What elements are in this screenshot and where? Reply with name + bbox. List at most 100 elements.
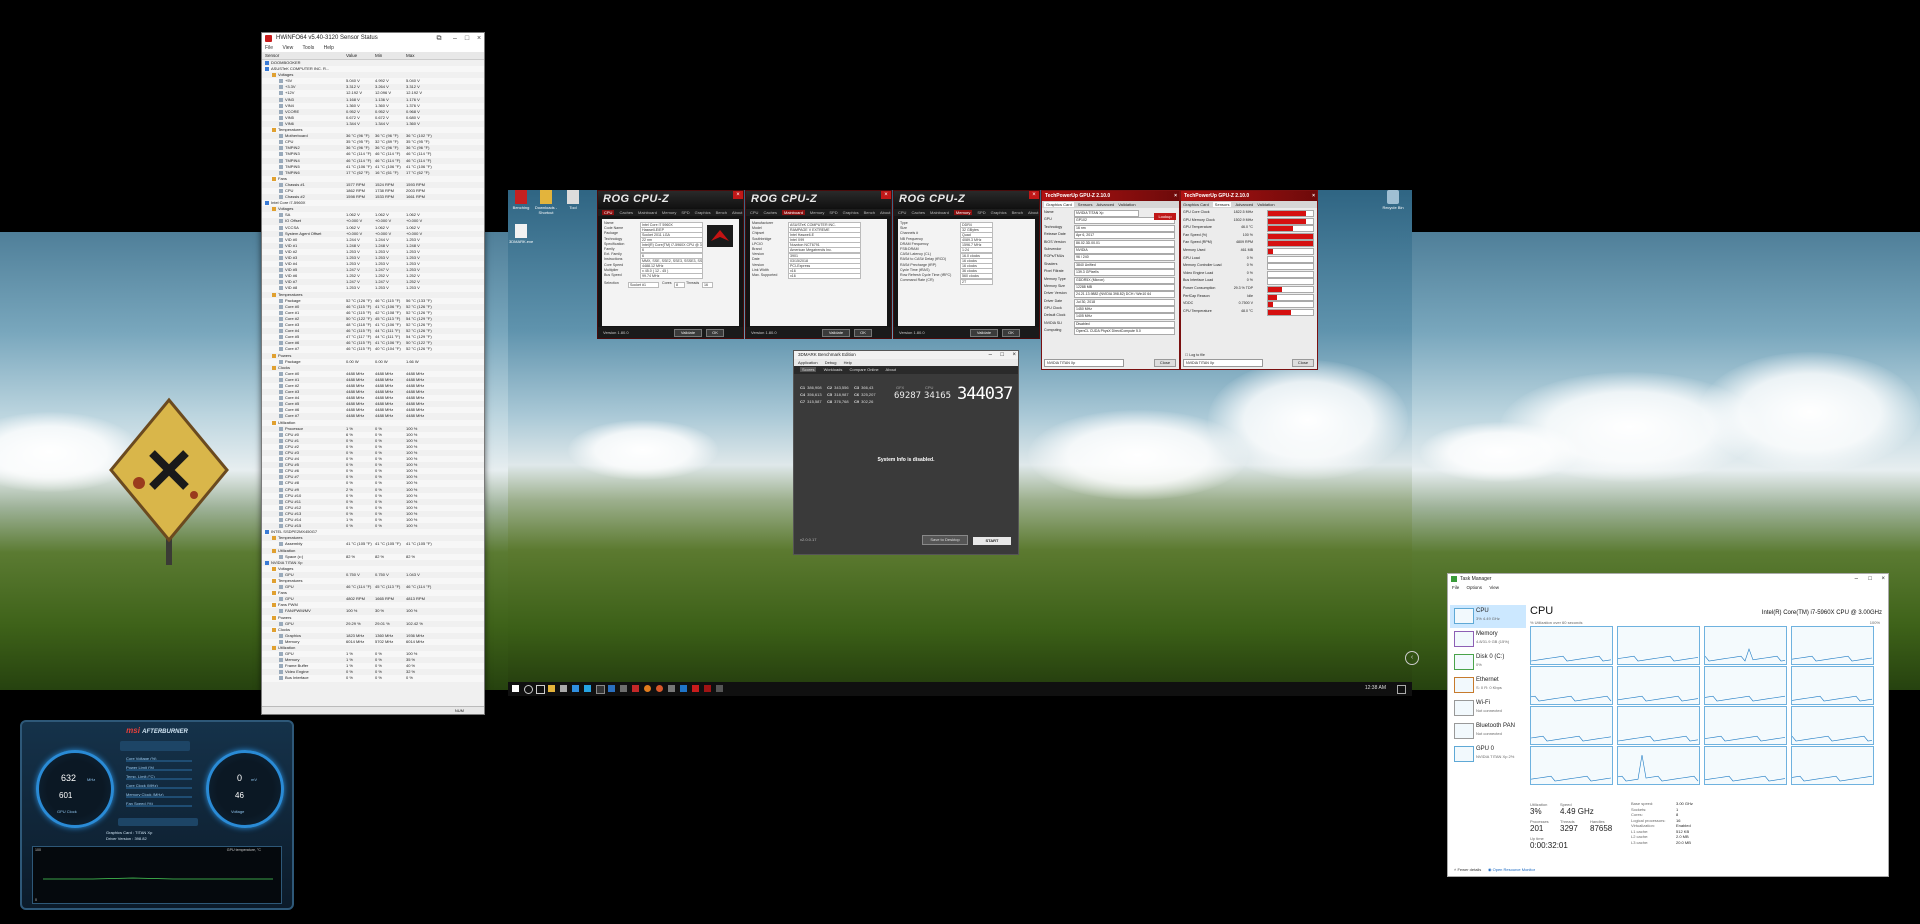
fewer-details-button[interactable]: ˄ Fewer details <box>1454 867 1481 872</box>
slider-track[interactable] <box>126 805 192 807</box>
close-icon[interactable]: × <box>1029 191 1039 199</box>
slider-track[interactable] <box>126 760 192 762</box>
tab-caches[interactable]: Caches <box>911 210 925 215</box>
tab-advanced[interactable]: Advanced <box>1235 202 1253 207</box>
menu-view[interactable]: View <box>1489 585 1499 590</box>
tab-sensors[interactable]: Sensors <box>1212 202 1232 207</box>
tab-graphics[interactable]: Graphics <box>695 210 711 215</box>
recycle-bin-icon[interactable]: Recycle Bin <box>1381 190 1405 210</box>
close-icon[interactable]: × <box>1012 351 1016 359</box>
sidebar-item-bluetooth-pan[interactable]: Bluetooth PAN Not connected <box>1450 720 1526 743</box>
menu-help[interactable]: Help <box>844 360 852 365</box>
sidebar-item-ethernet[interactable]: Ethernet S: 0 R: 0 Kbps <box>1450 674 1526 697</box>
close-icon[interactable]: × <box>733 191 743 199</box>
menu-file[interactable]: File <box>265 45 273 51</box>
store-icon[interactable] <box>560 685 567 692</box>
menu-tools[interactable]: Tools <box>303 45 315 51</box>
col-value[interactable]: Value <box>346 52 357 59</box>
save-to-desktop-button[interactable]: Save to Desktop <box>922 535 968 545</box>
app-icon-1[interactable] <box>596 685 605 694</box>
gpuz-tabs[interactable]: Graphics Card Sensors Advanced Validation <box>1181 201 1317 208</box>
afterburner-action-bar[interactable] <box>118 818 198 826</box>
tab-about[interactable]: About <box>880 210 890 215</box>
slider-track[interactable] <box>126 796 192 798</box>
chevron-left-icon[interactable]: ‹ <box>1405 651 1419 665</box>
tab-advanced[interactable]: Advanced <box>1096 202 1114 207</box>
tab-mainboard[interactable]: Mainboard <box>930 210 949 215</box>
tab-scores[interactable]: Scores <box>800 367 817 372</box>
menu-file[interactable]: File <box>1452 585 1459 590</box>
app-icon-5[interactable] <box>644 685 651 692</box>
gpuz-close-button[interactable]: Close <box>1292 359 1314 367</box>
close-icon[interactable]: × <box>1881 574 1885 584</box>
maximize-icon[interactable]: □ <box>1000 351 1004 359</box>
afterburner-slider[interactable]: Core Voltage (%) <box>114 754 204 763</box>
afterburner-toolbar[interactable] <box>120 741 190 751</box>
start-icon[interactable] <box>512 685 519 692</box>
desktop-icon-3dmark[interactable]: 3DMARK.exe <box>509 224 533 244</box>
tab-sensors[interactable]: Sensors <box>1078 202 1093 207</box>
tab-memory[interactable]: Memory <box>810 210 824 215</box>
task-view-icon[interactable] <box>536 685 545 694</box>
minimize-icon[interactable]: – <box>1855 574 1858 584</box>
edge-icon[interactable] <box>584 685 591 692</box>
tab-about[interactable]: About <box>886 367 896 372</box>
slider-track[interactable] <box>126 778 192 780</box>
tab-caches[interactable]: Caches <box>763 210 777 215</box>
app-icon-11[interactable] <box>716 685 723 692</box>
tab-validation[interactable]: Validation <box>1257 202 1274 207</box>
desktop-icon-downloads[interactable]: Downloads - Shortcut <box>534 190 558 215</box>
menu-application[interactable]: Application <box>798 360 818 365</box>
tab-bench[interactable]: Bench <box>716 210 727 215</box>
afterburner-slider[interactable]: Temp. Limit (°C) <box>114 772 204 781</box>
minimize-icon[interactable]: – <box>989 351 992 359</box>
app-icon-3[interactable] <box>620 685 627 692</box>
hwinfo-extra-icon[interactable]: ⧉ <box>434 33 444 44</box>
validate-button[interactable]: Validate <box>822 329 850 337</box>
ok-button[interactable]: OK <box>706 329 724 337</box>
afterburner-slider[interactable]: Memory Clock (MHz) <box>114 790 204 799</box>
tab-compare-online[interactable]: Compare Online <box>850 367 879 372</box>
gpuz-device-select[interactable]: NVIDIA TITAN Xp <box>1183 359 1263 367</box>
maximize-icon[interactable]: □ <box>462 33 472 44</box>
app-icon-2[interactable] <box>608 685 615 692</box>
search-icon[interactable] <box>524 685 533 694</box>
tab-mainboard[interactable]: Mainboard <box>638 210 657 215</box>
tab-graphics[interactable]: Graphics <box>843 210 859 215</box>
afterburner-monitor-graph[interactable]: 100 0 GPU temperature, °C <box>32 846 282 904</box>
desktop-icon-benching[interactable]: Benching <box>509 190 533 210</box>
close-icon[interactable]: × <box>1174 191 1177 201</box>
menu-view[interactable]: View <box>282 45 293 51</box>
close-icon[interactable]: × <box>1312 191 1315 201</box>
tab-graphics-card[interactable]: Graphics Card <box>1183 202 1209 207</box>
tab-workloads[interactable]: Workloads <box>824 367 843 372</box>
tab-validation[interactable]: Validation <box>1118 202 1135 207</box>
tab-spd[interactable]: SPD <box>829 210 837 215</box>
cpuz-tabs[interactable]: CPU Caches Mainboard Memory SPD Graphics Bench… <box>598 209 743 216</box>
selection-dropdown[interactable]: Socket #1 <box>628 281 659 288</box>
menu-help[interactable]: Help <box>324 45 334 51</box>
tab-spd[interactable]: SPD <box>681 210 689 215</box>
sidebar-item-disk-0-c-[interactable]: Disk 0 (C:) 0% <box>1450 651 1526 674</box>
performance-sidebar[interactable]: CPU 3% 4.49 GHz Memory 4.8/31.9 GB (15%) Dis… <box>1450 605 1526 766</box>
menu-debug[interactable]: Debug <box>825 360 837 365</box>
open-resource-monitor-link[interactable]: ◉ Open Resource Monitor <box>1488 867 1535 872</box>
col-max[interactable]: Max <box>406 52 415 59</box>
tab-bench[interactable]: Bench <box>864 210 875 215</box>
start-button[interactable]: START <box>973 537 1011 545</box>
app-icon-8[interactable] <box>680 685 687 692</box>
afterburner-slider[interactable]: Power Limit (%) <box>114 763 204 772</box>
gpuz-tabs[interactable]: Graphics Card Sensors Advanced Validation <box>1042 201 1179 208</box>
tab-graphics[interactable]: Graphics <box>991 210 1007 215</box>
tab-graphics-card[interactable]: Graphics Card <box>1044 202 1074 207</box>
taskbar-clock[interactable]: 12:38 AM <box>1365 685 1386 691</box>
cpuz-tabs[interactable]: CPU Caches Mainboard Memory SPD Graphics Bench… <box>894 209 1039 216</box>
notification-icon[interactable] <box>1397 685 1406 694</box>
tab-memory[interactable]: Memory <box>953 210 973 215</box>
log-to-file-checkbox[interactable]: ☐ Log to file <box>1185 353 1205 357</box>
sidebar-item-cpu[interactable]: CPU 3% 4.49 GHz <box>1450 605 1526 628</box>
mail-icon[interactable] <box>572 685 579 692</box>
cpuz-tabs[interactable]: CPU Caches Mainboard Memory SPD Graphics Bench… <box>746 209 891 216</box>
tab-cpu[interactable]: CPU <box>750 210 758 215</box>
tab-memory[interactable]: Memory <box>662 210 676 215</box>
